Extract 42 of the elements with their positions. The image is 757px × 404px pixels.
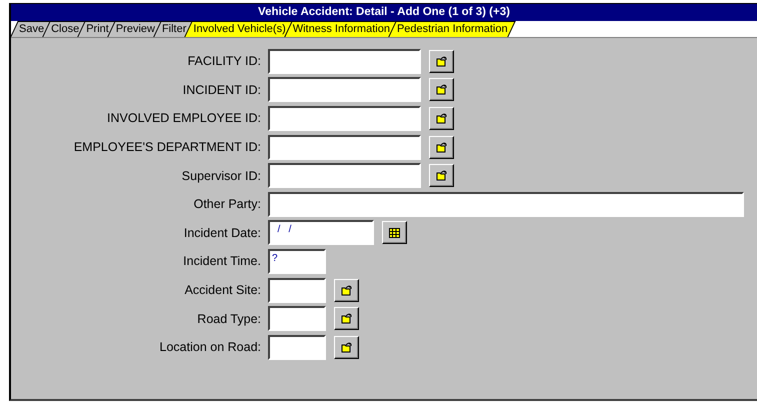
folder-icon [340, 313, 352, 324]
lookup-button[interactable] [429, 106, 454, 130]
field-label: FACILITY ID: [186, 54, 262, 68]
folder-icon [340, 284, 352, 296]
field-label: Other Party: [192, 197, 262, 212]
field-label: Accident Site: [184, 283, 262, 298]
field-label: INCIDENT ID: [182, 82, 262, 97]
input-field[interactable]: / / [268, 220, 374, 246]
field-label: Incident Date: [182, 226, 262, 240]
lookup-button[interactable] [334, 336, 359, 359]
folder-icon [436, 170, 448, 182]
tab[interactable]: Save [14, 21, 48, 37]
input-field[interactable]: ? [268, 248, 326, 274]
field-label: Supervisor ID: [180, 168, 262, 183]
field-label: Incident Time. [182, 254, 262, 268]
input-field[interactable] [268, 77, 421, 102]
lookup-button[interactable] [334, 307, 359, 330]
input-field[interactable] [268, 48, 421, 74]
lookup-button[interactable] [429, 78, 454, 102]
field-label: Road Type: [196, 312, 262, 326]
input-field[interactable] [268, 106, 421, 131]
lookup-button[interactable] [429, 50, 454, 73]
field-label: EMPLOYEE'S DEPARTMENT ID: [72, 140, 262, 154]
folder-icon [436, 56, 448, 67]
input-field[interactable] [268, 192, 744, 217]
calendar-icon [389, 228, 400, 238]
field-label: Location on Road: [158, 340, 262, 354]
input-field[interactable] [268, 334, 326, 360]
field-label: INVOLVED EMPLOYEE ID: [106, 111, 262, 126]
folder-icon [436, 112, 448, 124]
folder-icon [340, 342, 352, 353]
folder-icon [436, 84, 448, 96]
folder-icon [436, 142, 448, 153]
lookup-button[interactable] [429, 136, 454, 159]
window-title: Vehicle Accident: Detail - Add One (1 of 3) (+3) [11, 4, 757, 21]
lookup-button[interactable] [429, 164, 454, 188]
input-field[interactable] [268, 134, 421, 160]
input-field[interactable] [268, 306, 326, 332]
lookup-button[interactable] [334, 278, 359, 302]
input-field[interactable] [268, 163, 421, 188]
input-field[interactable] [268, 278, 326, 303]
calendar-button[interactable] [382, 221, 407, 244]
